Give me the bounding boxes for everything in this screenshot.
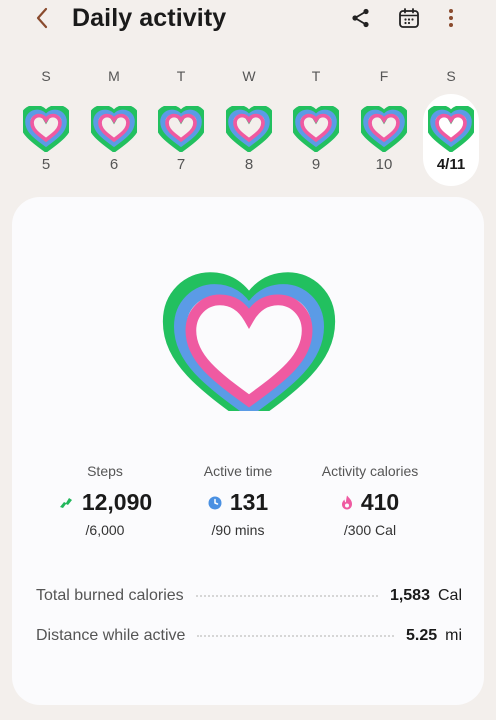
day-of-week: W (242, 68, 256, 84)
activity-summary-card: Steps 12,090 /6,000 Active time 131 /90 … (12, 197, 484, 705)
active-time-stat[interactable]: Active time 131 /90 mins (163, 463, 313, 538)
day-item[interactable]: F 10 (354, 66, 414, 188)
distance-while-active-row: Distance while active 5.25 mi (36, 624, 462, 648)
day-item[interactable]: T 9 (286, 66, 346, 188)
active-time-value: 131 (229, 489, 269, 515)
page-title: Daily activity (72, 4, 227, 32)
active-time-goal: /90 mins (211, 522, 265, 538)
day-number: 7 (176, 156, 186, 173)
day-of-week: T (176, 68, 186, 84)
total-burned-calories-unit: Cal (437, 587, 462, 604)
day-number: 6 (109, 156, 119, 173)
steps-goal: /6,000 (85, 522, 125, 538)
day-item[interactable]: W 8 (219, 66, 279, 188)
day-number: 5 (41, 156, 51, 173)
activity-rings-heart-icon (428, 106, 474, 152)
steps-value: 12,090 (81, 489, 153, 515)
day-number: 8 (244, 156, 254, 173)
back-button[interactable] (26, 4, 58, 32)
steps-label: Steps (87, 463, 123, 479)
activity-rings-heart-icon (23, 106, 69, 152)
more-options-button[interactable] (436, 4, 466, 32)
day-item[interactable]: S 5 (16, 66, 76, 188)
chevron-left-icon (36, 7, 48, 29)
activity-calories-stat[interactable]: Activity calories 410 /300 Cal (295, 463, 445, 538)
activity-rings-heart-icon (361, 106, 407, 152)
calendar-button[interactable] (394, 4, 424, 32)
share-button[interactable] (346, 4, 376, 32)
day-of-week: S (41, 68, 51, 84)
distance-while-active-unit: mi (445, 627, 462, 644)
day-number: 9 (311, 156, 321, 173)
day-number: 10 (375, 156, 393, 173)
calendar-icon (399, 8, 419, 28)
dotted-leader (195, 595, 378, 597)
day-item-selected[interactable]: S 4/11 (421, 66, 481, 188)
activity-calories-label: Activity calories (321, 463, 419, 479)
steps-stat[interactable]: Steps 12,090 /6,000 (30, 463, 180, 538)
dotted-leader (197, 635, 394, 637)
activity-rings-heart-icon (158, 106, 204, 152)
day-of-week: M (108, 68, 120, 84)
total-burned-calories-label: Total burned calories (36, 587, 184, 604)
activity-calories-value: 410 (360, 489, 400, 515)
distance-while-active-value: 5.25 (405, 627, 438, 644)
active-time-label: Active time (203, 463, 273, 479)
day-of-week: F (379, 68, 389, 84)
day-number: 4/11 (436, 156, 466, 173)
top-app-bar: Daily activity (0, 0, 496, 40)
shoe-icon (59, 497, 72, 508)
activity-rings-heart-icon[interactable] (162, 265, 336, 411)
distance-while-active-label: Distance while active (36, 627, 186, 644)
day-of-week: T (311, 68, 321, 84)
activity-rings-heart-icon (293, 106, 339, 152)
activity-calories-goal: /300 Cal (343, 522, 397, 538)
more-vertical-icon (449, 9, 453, 27)
total-burned-calories-row: Total burned calories 1,583 Cal (36, 584, 462, 608)
activity-rings-heart-icon (91, 106, 137, 152)
clock-icon (208, 496, 222, 509)
day-item[interactable]: M 6 (84, 66, 144, 188)
day-item[interactable]: T 7 (151, 66, 211, 188)
activity-rings-heart-icon (226, 106, 272, 152)
share-icon (352, 8, 369, 28)
flame-icon (341, 495, 352, 510)
week-selector: S 5 M 6 T 7 W 8 T 9 F 10 S 4/11 (12, 66, 484, 188)
total-burned-calories-value: 1,583 (389, 587, 430, 604)
day-of-week: S (446, 68, 456, 84)
